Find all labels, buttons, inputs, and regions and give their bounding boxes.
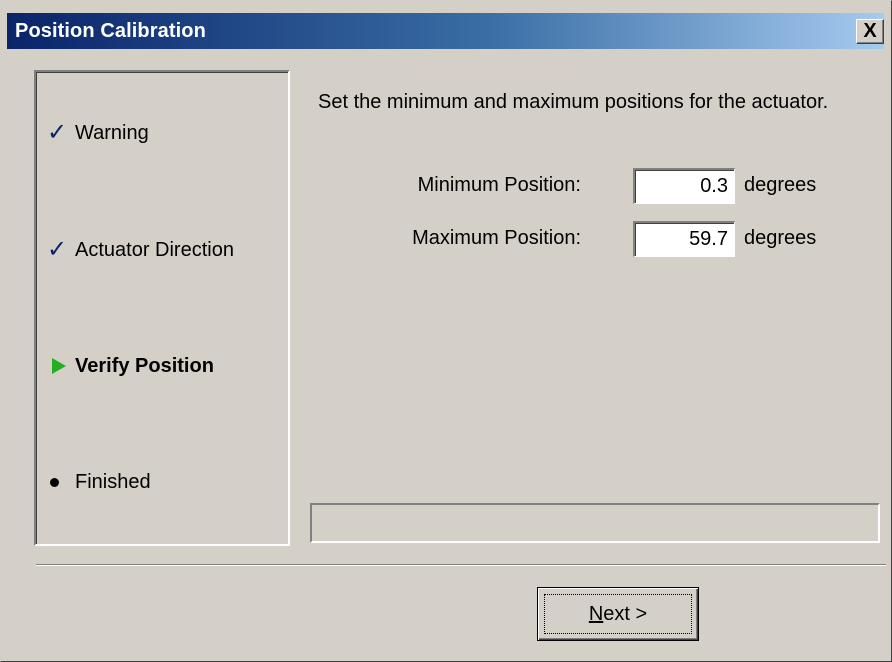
position-calibration-dialog: Position Calibration X ✓ Warning ✓ Actua… <box>0 0 892 662</box>
minimum-position-input[interactable] <box>633 168 735 204</box>
instructions-text: Set the minimum and maximum positions fo… <box>318 91 829 113</box>
next-button-label: Next > <box>544 594 692 634</box>
maximum-position-row: Maximum Position: degrees <box>331 221 851 257</box>
status-box <box>310 503 880 543</box>
minimum-position-label: Minimum Position: <box>417 174 581 196</box>
maximum-position-input[interactable] <box>633 221 735 257</box>
step-finished: Finished <box>39 467 151 497</box>
separator-line <box>36 564 886 566</box>
close-icon: X <box>863 20 877 42</box>
steps-panel: ✓ Warning ✓ Actuator Direction Verify Po… <box>34 70 290 546</box>
step-actuator-direction: ✓ Actuator Direction <box>39 235 234 265</box>
maximum-position-label: Maximum Position: <box>412 227 581 249</box>
bullet-icon <box>39 477 75 487</box>
title-bar[interactable]: Position Calibration X <box>7 13 884 49</box>
step-label: Warning <box>75 121 149 144</box>
step-warning: ✓ Warning <box>39 118 149 148</box>
check-icon: ✓ <box>46 236 68 263</box>
step-label: Actuator Direction <box>75 238 234 261</box>
green-arrow-icon <box>39 358 75 374</box>
close-button[interactable]: X <box>856 19 884 44</box>
window-title: Position Calibration <box>15 20 206 42</box>
next-button[interactable]: Next > <box>537 587 699 641</box>
step-label: Verify Position <box>75 354 214 377</box>
step-label: Finished <box>75 470 151 493</box>
minimum-position-unit: degrees <box>744 174 817 196</box>
minimum-position-row: Minimum Position: degrees <box>331 168 851 204</box>
check-icon: ✓ <box>46 119 68 146</box>
maximum-position-unit: degrees <box>744 227 817 249</box>
step-verify-position: Verify Position <box>39 351 214 381</box>
